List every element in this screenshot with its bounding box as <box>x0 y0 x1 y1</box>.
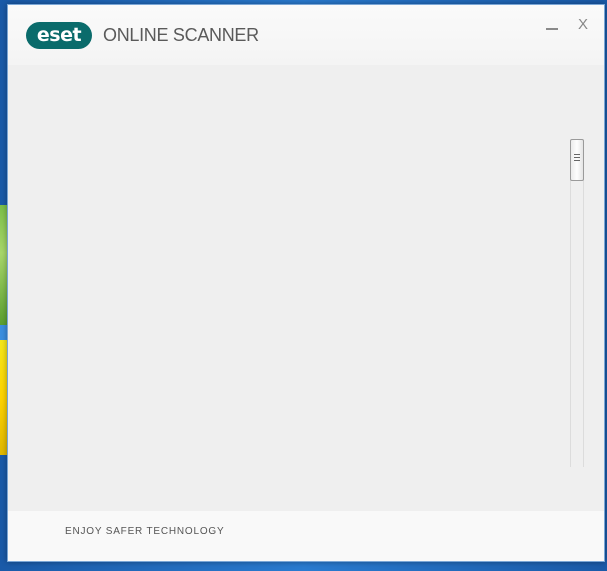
app-title: ONLINE SCANNER <box>103 25 259 45</box>
content-area <box>8 65 604 513</box>
minimize-icon <box>546 28 558 30</box>
vertical-scrollbar[interactable] <box>570 139 584 467</box>
eset-online-scanner-window: eset ONLINE SCANNER X ENJOY SAFER TECHNO… <box>7 4 605 562</box>
grip-icon <box>574 154 580 163</box>
eset-logo: eset <box>26 22 92 49</box>
footer-tagline: ENJOY SAFER TECHNOLOGY <box>65 526 225 537</box>
scrollbar-thumb[interactable] <box>570 139 584 181</box>
close-button[interactable]: X <box>575 17 591 33</box>
footer: ENJOY SAFER TECHNOLOGY <box>8 511 604 561</box>
minimize-button[interactable] <box>544 17 560 33</box>
title-bar[interactable]: eset ONLINE SCANNER X <box>8 5 604 65</box>
